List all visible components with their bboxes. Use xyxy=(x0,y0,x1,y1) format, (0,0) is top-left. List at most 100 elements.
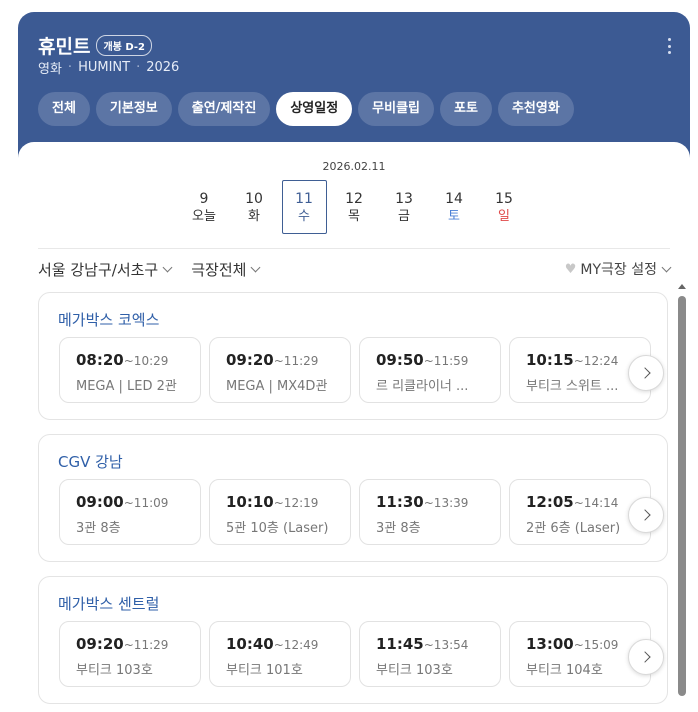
theater-filter-label: 극장전체 xyxy=(191,260,247,279)
showtime-start: 10:40 xyxy=(226,635,274,653)
showtime-item[interactable]: 09:50~11:59 르 리클라이너 ... xyxy=(359,337,501,403)
date-number: 14 xyxy=(445,190,463,207)
showtime-end: ~10:29 xyxy=(123,354,169,368)
showtime-end: ~11:29 xyxy=(273,354,319,368)
showtime-item[interactable]: 10:40~12:49 부티크 101호 xyxy=(209,621,351,687)
scrollbar-thumb[interactable] xyxy=(678,296,686,696)
schedule-content: 2026.02.11 9 오늘 10 화 11 수 12 목 13 금 14 토 15 일 서… xyxy=(18,142,690,712)
showtime-list: 09:20~11:29 부티크 103호 10:40~12:49 부티크 101호 … xyxy=(59,621,651,687)
showtime-start: 09:50 xyxy=(376,351,424,369)
showtime-start: 09:00 xyxy=(76,493,124,511)
date-weekday: 일 xyxy=(498,208,510,224)
showtime-end: ~14:14 xyxy=(573,496,619,510)
release-badge: 개봉 D-2 xyxy=(96,35,152,56)
region-filter-dropdown[interactable]: 서울 강남구/서초구 xyxy=(38,259,173,280)
showtime-end: ~12:19 xyxy=(273,496,319,510)
theater-name[interactable]: 메가박스 코엑스 xyxy=(58,309,159,330)
showtime-end: ~13:39 xyxy=(423,496,469,510)
date-item-14[interactable]: 14 토 xyxy=(432,180,477,234)
theater-name[interactable]: CGV 강남 xyxy=(58,451,123,472)
date-number: 12 xyxy=(345,190,363,207)
scrollbar[interactable] xyxy=(677,284,687,700)
showtime-hall: 부티크 103호 xyxy=(376,663,453,678)
tab-basic-info[interactable]: 기본정보 xyxy=(95,92,172,126)
date-number: 11 xyxy=(295,190,313,207)
tab-recommended[interactable]: 추천영화 xyxy=(497,92,574,126)
movie-subtitle: 영화 · HUMINT · 2026 xyxy=(38,58,179,77)
date-item-11[interactable]: 11 수 xyxy=(281,180,327,234)
date-weekday: 토 xyxy=(448,208,460,224)
movie-title[interactable]: 휴민트 xyxy=(38,32,90,59)
chevron-down-icon xyxy=(250,262,261,272)
tab-cast-crew[interactable]: 출연/제작진 xyxy=(177,92,271,126)
tab-photos[interactable]: 포토 xyxy=(440,92,492,126)
showtime-item[interactable]: 09:20~11:29 부티크 103호 xyxy=(59,621,201,687)
showtime-hall: MEGA | LED 2관 xyxy=(76,379,177,394)
showtime-item[interactable]: 11:45~13:54 부티크 103호 xyxy=(359,621,501,687)
date-item-13[interactable]: 13 금 xyxy=(382,180,427,234)
date-weekday: 금 xyxy=(398,208,410,224)
showtime-item[interactable]: 10:10~12:19 5관 10층 (Laser) xyxy=(209,479,351,545)
date-number: 15 xyxy=(495,190,513,207)
showtime-hall: 부티크 101호 xyxy=(226,663,303,678)
heart-icon: ♥ xyxy=(564,261,577,277)
chevron-right-icon[interactable] xyxy=(628,355,664,391)
date-item-10[interactable]: 10 화 xyxy=(232,180,277,234)
showtime-end: ~12:24 xyxy=(573,354,619,368)
showtime-item[interactable]: 09:20~11:29 MEGA | MX4D관 xyxy=(209,337,351,403)
selected-date-label: 2026.02.11 xyxy=(322,160,386,173)
showtime-item[interactable]: 11:30~13:39 3관 8층 xyxy=(359,479,501,545)
date-weekday: 화 xyxy=(248,208,260,224)
showtime-start: 11:30 xyxy=(376,493,424,511)
showtime-end: ~11:29 xyxy=(123,638,169,652)
chevron-down-icon xyxy=(661,262,672,272)
filter-row: 서울 강남구/서초구 극장전체 ♥ MY극장 설정 xyxy=(38,258,672,280)
showtime-start: 13:00 xyxy=(526,635,574,653)
theater-filter-dropdown[interactable]: 극장전체 xyxy=(191,259,261,280)
showtime-end: ~13:54 xyxy=(423,638,469,652)
movie-schedule-card: 휴민트 개봉 D-2 영화 · HUMINT · 2026 전체 기본정보 출연… xyxy=(18,12,690,712)
chevron-right-icon[interactable] xyxy=(628,639,664,675)
separator-dot: · xyxy=(136,60,141,75)
showtime-list: 09:00~11:09 3관 8층 10:10~12:19 5관 10층 (Lase… xyxy=(59,479,651,545)
showtime-list: 08:20~10:29 MEGA | LED 2관 09:20~11:29 MEGA… xyxy=(59,337,651,403)
showtime-start: 11:45 xyxy=(376,635,424,653)
my-theater-label: MY극장 설정 xyxy=(580,262,657,278)
showtime-hall: MEGA | MX4D관 xyxy=(226,379,328,394)
subtitle-english-title: HUMINT xyxy=(78,60,131,75)
date-selector: 9 오늘 10 화 11 수 12 목 13 금 14 토 15 일 xyxy=(18,180,690,234)
showtime-start: 10:15 xyxy=(526,351,574,369)
chevron-right-icon[interactable] xyxy=(628,497,664,533)
tab-all[interactable]: 전체 xyxy=(38,92,90,126)
date-weekday: 수 xyxy=(298,208,310,224)
chevron-down-icon xyxy=(162,262,173,272)
showtime-item[interactable]: 08:20~10:29 MEGA | LED 2관 xyxy=(59,337,201,403)
tab-showtimes[interactable]: 상영일정 xyxy=(276,92,353,126)
date-number: 13 xyxy=(395,190,413,207)
tab-movie-clips[interactable]: 무비클립 xyxy=(358,92,435,126)
scroll-up-arrow-icon[interactable] xyxy=(678,284,686,289)
showtime-hall: 3관 8층 xyxy=(76,521,121,536)
date-number: 10 xyxy=(245,190,263,207)
date-item-15[interactable]: 15 일 xyxy=(482,180,527,234)
theater-name[interactable]: 메가박스 센트럴 xyxy=(58,593,159,614)
showtime-item[interactable]: 09:00~11:09 3관 8층 xyxy=(59,479,201,545)
showtime-hall: 부티크 103호 xyxy=(76,663,153,678)
more-vertical-icon[interactable] xyxy=(668,38,672,54)
showtime-end: ~11:59 xyxy=(423,354,469,368)
date-weekday: 목 xyxy=(348,208,360,224)
showtime-hall: 3관 8층 xyxy=(376,521,421,536)
showtime-start: 12:05 xyxy=(526,493,574,511)
date-item-9[interactable]: 9 오늘 xyxy=(182,180,227,234)
date-item-12[interactable]: 12 목 xyxy=(332,180,377,234)
showtime-start: 09:20 xyxy=(76,635,124,653)
theater-card-cgv-gangnam: CGV 강남 09:00~11:09 3관 8층 10:10~12:19 5관 10… xyxy=(38,434,668,562)
divider xyxy=(38,248,670,249)
subtitle-year: 2026 xyxy=(146,60,180,75)
theater-card-megabox-coex: 메가박스 코엑스 08:20~10:29 MEGA | LED 2관 09:20~… xyxy=(38,292,668,420)
showtime-start: 08:20 xyxy=(76,351,124,369)
title-row: 휴민트 개봉 D-2 xyxy=(38,32,152,59)
my-theater-setting-button[interactable]: ♥ MY극장 설정 xyxy=(564,259,672,279)
separator-dot: · xyxy=(67,60,73,75)
showtime-end: ~11:09 xyxy=(123,496,169,510)
